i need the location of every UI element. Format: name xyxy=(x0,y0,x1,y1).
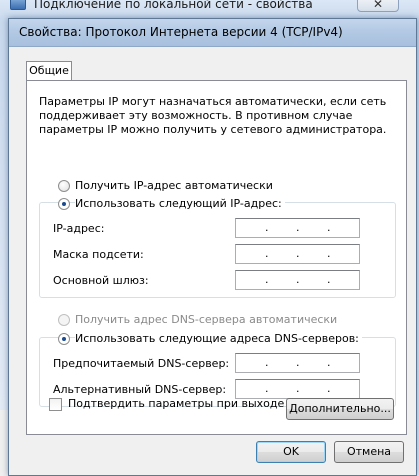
dns-auto-radio[interactable] xyxy=(58,314,70,326)
default-gateway-input[interactable]: . . . xyxy=(235,270,360,290)
subnet-mask-input[interactable]: . . . xyxy=(235,244,360,264)
ip-auto-label[interactable]: Получить IP-адрес автоматически xyxy=(75,179,273,192)
ip-dot: . xyxy=(327,247,331,260)
alternate-dns-input[interactable]: . . . xyxy=(235,379,360,399)
ip-dot: . xyxy=(296,356,300,369)
ip-dot: . xyxy=(265,273,269,286)
ip-dot: . xyxy=(296,273,300,286)
background-close-button[interactable]: ✕ xyxy=(357,0,399,12)
ip-manual-radio[interactable] xyxy=(58,198,70,210)
alternate-dns-label: Альтернативный DNS-сервер: xyxy=(53,383,227,396)
cancel-button[interactable]: Отмена xyxy=(334,441,404,463)
dialog-title: Свойства: Протокол Интернета версии 4 (T… xyxy=(19,25,343,39)
dns-auto-label[interactable]: Получить адрес DNS-сервера автоматически xyxy=(75,313,337,326)
ip-address-input[interactable]: . . . xyxy=(235,218,360,238)
background-window-title: Подключение по локальной сети - свойства xyxy=(34,0,313,11)
dialog-titlebar[interactable]: Свойства: Протокол Интернета версии 4 (T… xyxy=(9,19,416,47)
ip-dot: . xyxy=(327,273,331,286)
dns-manual-radio[interactable] xyxy=(58,333,70,345)
ip-dot: . xyxy=(327,356,331,369)
ip-dot: . xyxy=(327,382,331,395)
validate-on-exit-label[interactable]: Подтвердить параметры при выходе xyxy=(68,397,284,410)
ip-dot: . xyxy=(296,382,300,395)
ip-dot: . xyxy=(265,221,269,234)
advanced-button[interactable]: Дополнительно... xyxy=(286,398,394,420)
ip-dot: . xyxy=(265,382,269,395)
ip-address-label: IP-адрес: xyxy=(53,222,105,235)
general-tab-panel: Параметры IP могут назначаться автоматич… xyxy=(26,80,407,435)
dns-manual-label[interactable]: Использовать следующие адреса DNS-сервер… xyxy=(75,332,362,345)
subnet-mask-label: Маска подсети: xyxy=(53,248,144,261)
preferred-dns-input[interactable]: . . . xyxy=(235,353,360,373)
ip-dot: . xyxy=(296,247,300,260)
ip-dot: . xyxy=(265,356,269,369)
description-text: Параметры IP могут назначаться автоматич… xyxy=(39,95,387,136)
default-gateway-label: Основной шлюз: xyxy=(53,274,149,287)
ip-auto-radio[interactable] xyxy=(58,180,70,192)
ip-manual-label[interactable]: Использовать следующий IP-адрес: xyxy=(75,197,285,210)
network-connection-icon xyxy=(10,0,26,10)
ip-dot: . xyxy=(265,247,269,260)
ok-button[interactable]: OK xyxy=(256,441,326,463)
validate-on-exit-checkbox[interactable] xyxy=(49,398,62,411)
ip-dot: . xyxy=(327,221,331,234)
tab-general[interactable]: Общие xyxy=(26,61,72,81)
ip-dot: . xyxy=(296,221,300,234)
preferred-dns-label: Предпочитаемый DNS-сервер: xyxy=(53,357,230,370)
